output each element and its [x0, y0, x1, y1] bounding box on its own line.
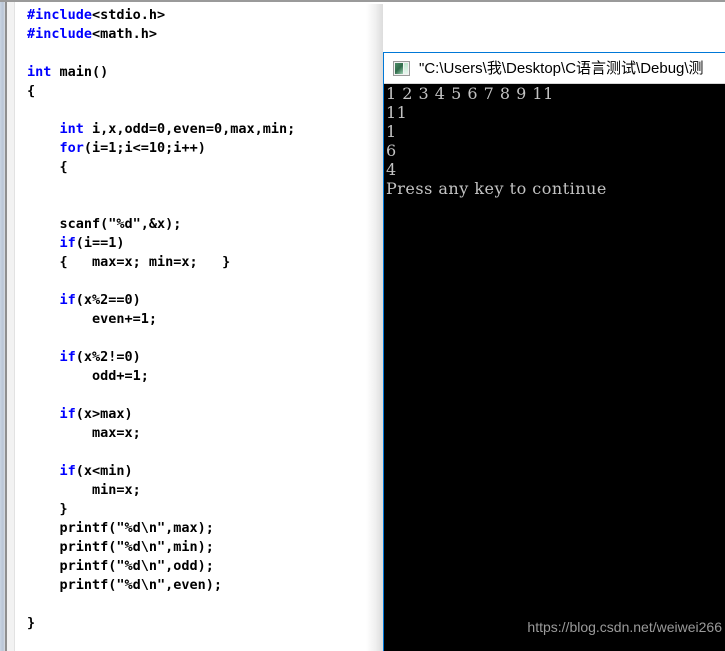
- code-text: printf("%d\n",max);: [27, 520, 214, 536]
- code-keyword: if: [59, 463, 76, 479]
- code-text: { max=x; min=x; }: [27, 254, 231, 270]
- code-line: { max=x; min=x; }: [27, 253, 295, 272]
- code-line: printf("%d\n",even);: [27, 576, 295, 595]
- code-line: }: [27, 500, 295, 519]
- console-line: 11: [386, 103, 408, 122]
- code-line: max=x;: [27, 424, 295, 443]
- console-window-icon: [393, 60, 410, 76]
- code-text: printf("%d\n",odd);: [27, 558, 214, 574]
- editor-right-shade: [366, 4, 383, 651]
- code-line: }: [27, 614, 295, 633]
- code-line: if(x%2==0): [27, 291, 295, 310]
- editor-bookmark-gutter[interactable]: [7, 2, 15, 651]
- code-text: main(): [51, 64, 109, 80]
- code-text: <stdio.h>: [92, 7, 166, 23]
- code-text: (x%2!=0): [75, 349, 141, 365]
- code-line: printf("%d\n",max);: [27, 519, 295, 538]
- code-line: {: [27, 158, 295, 177]
- code-line: if(x<min): [27, 462, 295, 481]
- code-keyword: if: [59, 235, 76, 251]
- code-text: scanf("%d",&x);: [27, 216, 182, 232]
- code-line: int main(): [27, 63, 295, 82]
- code-text: (x>max): [75, 406, 133, 422]
- watermark-url: https://blog.csdn.net/weiwei266: [527, 619, 722, 635]
- source-code-text[interactable]: #include<stdio.h> #include<math.h> int ma…: [27, 6, 295, 633]
- code-text: printf("%d\n",even);: [27, 577, 223, 593]
- console-icon-pane-left: [395, 62, 403, 74]
- console-line: Press any key to continue: [386, 179, 607, 198]
- console-window[interactable]: "C:\Users\我\Desktop\C语言测试\Debug\测 1 2 3 …: [383, 52, 725, 651]
- console-output-area[interactable]: 1 2 3 4 5 6 7 8 9 11 11 1 6 4 Press any key t…: [384, 84, 725, 651]
- code-keyword: if: [59, 292, 76, 308]
- code-line: min=x;: [27, 481, 295, 500]
- code-text: }: [27, 615, 36, 631]
- code-text: even+=1;: [27, 311, 158, 327]
- code-text: {: [27, 83, 36, 99]
- code-keyword: int: [59, 121, 84, 137]
- console-line: 4: [386, 160, 397, 179]
- console-title-label: "C:\Users\我\Desktop\C语言测试\Debug\测: [419, 59, 704, 77]
- console-line: 6: [386, 141, 397, 160]
- code-text: (i==1): [75, 235, 125, 251]
- code-line: {: [27, 82, 295, 101]
- code-line: #include<stdio.h>: [27, 6, 295, 25]
- console-line: 1 2 3 4 5 6 7 8 9 11: [386, 84, 554, 103]
- code-line: scanf("%d",&x);: [27, 215, 295, 234]
- code-line: printf("%d\n",odd);: [27, 557, 295, 576]
- code-keyword: for: [59, 140, 84, 156]
- code-text: max=x;: [27, 425, 141, 441]
- code-line: printf("%d\n",min);: [27, 538, 295, 557]
- code-line: odd+=1;: [27, 367, 295, 386]
- code-line: if(x%2!=0): [27, 348, 295, 367]
- console-titlebar[interactable]: "C:\Users\我\Desktop\C语言测试\Debug\测: [384, 53, 725, 84]
- code-preprocessor: #include: [27, 26, 93, 42]
- console-output-text: 1 2 3 4 5 6 7 8 9 11 11 1 6 4 Press any key t…: [386, 84, 607, 198]
- code-keyword: if: [59, 406, 76, 422]
- code-text: printf("%d\n",min);: [27, 539, 214, 555]
- code-line: int i,x,odd=0,even=0,max,min;: [27, 120, 296, 139]
- code-keyword: if: [59, 349, 76, 365]
- screenshot-root: #include<stdio.h> #include<math.h> int ma…: [0, 0, 725, 651]
- code-keyword: int: [27, 64, 52, 80]
- code-text: (x%2==0): [75, 292, 141, 308]
- console-icon-pane-right: [404, 62, 408, 74]
- code-text: odd+=1;: [27, 368, 149, 384]
- code-line: even+=1;: [27, 310, 295, 329]
- code-preprocessor: #include: [27, 7, 93, 23]
- code-line: for(i=1;i<=10;i++): [27, 139, 295, 158]
- code-line: if(i==1): [27, 234, 295, 253]
- code-text: <math.h>: [92, 26, 158, 42]
- code-text: {: [27, 159, 68, 175]
- code-text: }: [27, 501, 68, 517]
- code-line: if(x>max): [27, 405, 295, 424]
- code-line: #include<math.h>: [27, 25, 295, 44]
- code-text: (i=1;i<=10;i++): [83, 140, 206, 156]
- code-text: i,x,odd=0,even=0,max,min;: [83, 121, 296, 137]
- code-text: (x<min): [75, 463, 133, 479]
- code-text: min=x;: [27, 482, 141, 498]
- console-line: 1: [386, 122, 397, 141]
